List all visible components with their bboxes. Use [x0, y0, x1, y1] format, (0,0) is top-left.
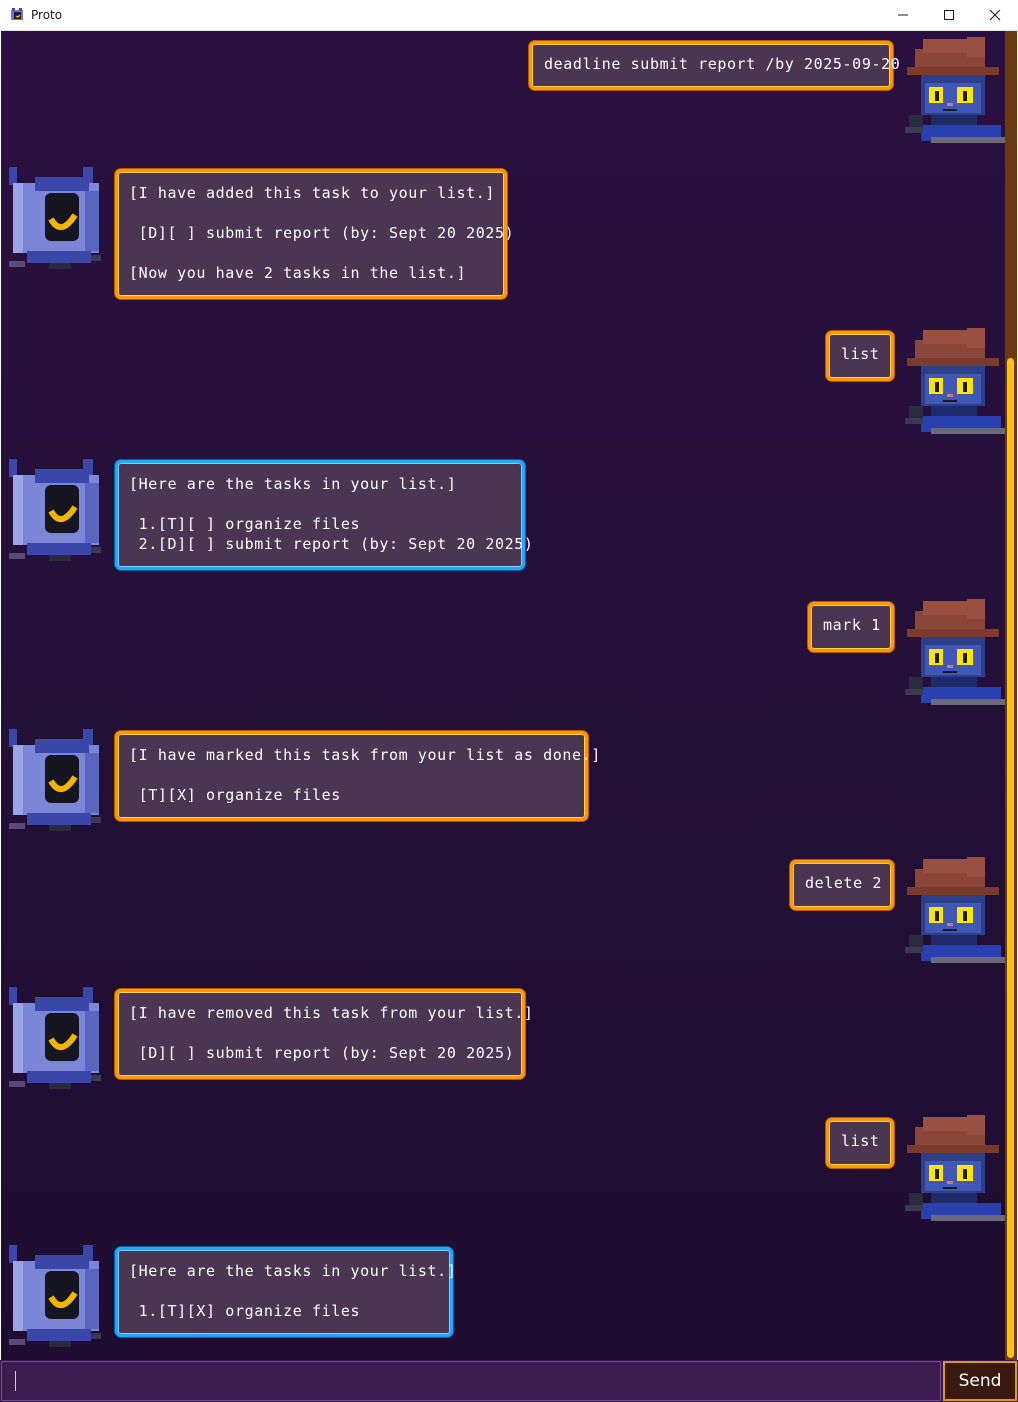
user-message: deadline submit report /by 2025-09-20 — [529, 41, 900, 90]
title-bar: Proto — [0, 0, 1018, 31]
bot-avatar — [5, 729, 109, 839]
user-message: mark 1 — [808, 602, 894, 652]
bot-message: [I have removed this task from your list… — [115, 989, 533, 1079]
bot-avatar — [5, 987, 109, 1097]
input-bar: Send — [0, 1360, 1018, 1402]
bot-message: [I have added this task to your list.] [… — [115, 169, 514, 299]
user-avatar — [901, 857, 1005, 967]
text-caret — [15, 1371, 16, 1391]
user-avatar — [901, 328, 1005, 438]
maximize-icon — [944, 10, 954, 20]
app-logo-icon — [11, 8, 23, 20]
message-input[interactable] — [1, 1361, 941, 1401]
bot-message: [Here are the tasks in your list.] 1.[T]… — [115, 460, 533, 570]
bot-message: [Here are the tasks in your list.] 1.[T]… — [115, 1247, 456, 1337]
close-icon — [989, 9, 1001, 21]
user-message: list — [826, 1118, 894, 1168]
scrollbar-thumb[interactable] — [1007, 358, 1014, 1358]
user-message: delete 2 — [790, 860, 894, 910]
close-button[interactable] — [972, 0, 1018, 30]
bot-avatar — [5, 1245, 109, 1355]
window-title: Proto — [31, 8, 63, 22]
bot-avatar — [5, 459, 109, 569]
chat-area[interactable]: deadline submit report /by 2025-09-20 [I… — [1, 31, 1017, 1360]
user-message: list — [826, 331, 894, 381]
user-avatar — [901, 37, 1005, 147]
bot-avatar — [5, 167, 109, 277]
bot-message: [I have marked this task from your list … — [115, 731, 600, 821]
minimize-icon — [898, 14, 908, 16]
user-avatar — [901, 599, 1005, 709]
maximize-button[interactable] — [926, 0, 972, 30]
minimize-button[interactable] — [880, 0, 926, 30]
window-controls — [880, 0, 1018, 30]
user-avatar — [901, 1115, 1005, 1225]
send-button[interactable]: Send — [943, 1361, 1017, 1401]
